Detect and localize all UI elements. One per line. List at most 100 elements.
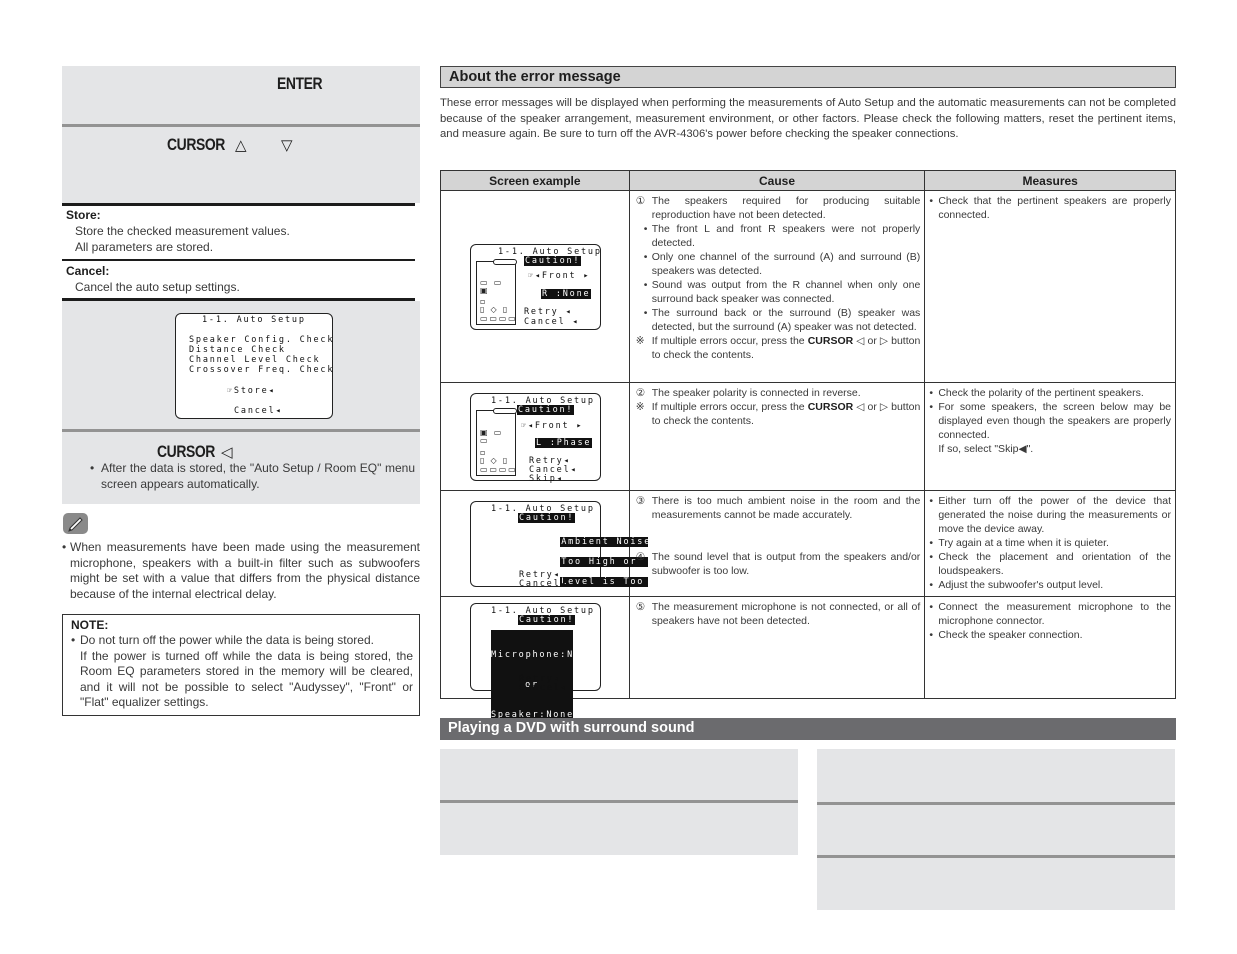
cursor-key-label: CURSOR [807,335,854,347]
dvd-step-panel [817,749,1175,802]
option-cancel-title: Cancel: [66,264,110,278]
cause-bullet: Only one channel of the surround (A) and… [651,251,921,277]
measure-bullet: Check the speaker connection. [938,629,1083,641]
cause-cell: ⑤ The measurement microphone is not conne… [628,596,926,699]
error-intro: These error messages will be displayed w… [440,97,1176,140]
cursor-left-note: • After the data is stored, the "Auto Set… [90,461,415,491]
osd-caution: Caution! [517,405,575,415]
measure-bullet: Check the placement and orientation of t… [938,551,1171,577]
cause-bullet: The front L and front R speakers were no… [651,223,921,249]
measures-cell: • Check that the pertinent speakers are p… [924,190,1176,383]
enter-key-label: ENTER [277,74,323,93]
cause-bullet: The surround back or the surround (B) sp… [651,307,921,333]
divider [62,259,415,261]
option-store-title: Store: [66,208,101,222]
dvd-step-panel [817,858,1175,910]
cause-cell: ② The speaker polarity is connected in re… [628,382,926,491]
osd-caution: Caution! [524,256,582,266]
osd-status: R :None [541,289,592,299]
osd-cancel-option: Cancel◂ [234,406,283,416]
measure-bullet: Check that the pertinent speakers are pr… [938,195,1171,221]
option-store-desc: Store the checked measurement values. Al… [75,223,290,255]
osd-error-screen: 1-1. Auto Setup Caution! ▣ ▭ ▭ ▫ ▯ ◇ ▯ ▭… [470,393,601,484]
osd-channel: ☞◂Front ▸ [528,271,591,281]
dvd-step-panel [440,803,798,855]
bullet: • [90,461,95,475]
cursor-up-icon: △ [235,137,247,154]
screen-example-cell: 1-1. Auto Setup Caution! Ambient Noise i… [440,490,670,597]
note-box: NOTE: • Do not turn off the power while … [62,614,420,716]
measure-bullet: For some speakers, the screen below may … [938,401,1171,441]
cause-cell: ③ There is too much ambient noise in the … [628,490,926,597]
header-cause: Cause [628,170,926,191]
osd-error-screen: 1-1. Auto Setup Caution! Ambient Noise i… [470,501,670,589]
cause-number: ② [635,387,646,399]
cause-number: ④ [635,551,646,563]
bullet: • [62,540,67,554]
measures-cell: • Connect the measurement microphone to t… [924,596,1176,699]
cause-number: ⑤ [635,601,646,613]
note-mark: ※ [635,401,645,413]
error-section-heading: About the error message [440,66,1176,88]
osd-caution: Caution! [518,513,576,523]
option-store-line: Store the checked measurement values. [75,224,290,238]
screen-example-cell: 1-1. Auto Setup Caution! ▣ ▭ ▭ ▫ ▯ ◇ ▯ ▭… [440,382,630,491]
note-title: NOTE: [71,618,109,632]
measure-bullet: Either turn off the power of the device … [938,495,1171,535]
cause-text: The speakers required for producing suit… [651,195,921,221]
osd-line: Crossover Freq. Check [189,365,335,375]
speaker-layout-icon: ▣ ▭ ▭ ▫ ▯ ◇ ▯ ▭▭▭▭ [476,408,517,476]
cursor-left-key-label: CURSOR [157,442,215,461]
measure-bullet: Check the polarity of the pertinent spea… [938,387,1144,399]
osd-cancel: Cancel◂ [519,579,568,589]
screen-example-cell: 1-1. Auto Setup Caution! ▭ ▭ ▣ ▫ ▯ ◇ ▯ ▭… [440,190,630,383]
divider [62,203,415,206]
osd-store-screen: 1-1. Auto Setup Speaker Config. Check Di… [175,313,333,419]
note-mark: ※ [635,335,645,347]
osd-skip: Skip◂ [529,474,564,484]
note-text: • Do not turn off the power while the da… [71,633,413,709]
option-store-line: All parameters are stored. [75,240,214,254]
dvd-step-panel [440,749,798,800]
osd-store-option: ☞Store◂ [227,386,276,396]
cursor-left-icon: ◁ [221,444,233,461]
cause-text: There is too much ambient noise in the r… [651,495,921,521]
bullet: • [71,633,76,647]
measure-bullet: Adjust the subwoofer's output level. [938,579,1104,591]
step-enter-panel [62,66,420,124]
cause-text: The measurement microphone is not connec… [651,601,921,627]
screen-example-cell: 1-1. Auto Setup Caution! Microphone:None… [440,596,630,740]
cursor-key-label: CURSOR [807,401,854,413]
measure-bullet: Try again at a time when it is quieter. [938,537,1109,549]
cause-text: The speaker polarity is connected in rev… [651,387,861,399]
osd-cancel: Cancel ◂ [524,317,580,327]
cause-number: ③ [635,495,646,507]
measures-cell: • Check the polarity of the pertinent spe… [924,382,1176,491]
table-row: 1-1. Auto Setup Caution! Ambient Noise i… [440,490,1176,597]
osd-channel: ☞◂Front ▸ [521,421,584,431]
dvd-step-panel [817,805,1175,855]
table-row: 1-1. Auto Setup Caution! ▣ ▭ ▭ ▫ ▯ ◇ ▯ ▭… [440,382,1176,491]
cause-cell: ① The speakers required for producing sui… [628,190,926,383]
osd-line: Speaker Config. Check [189,335,335,345]
cause-text: The sound level that is output from the … [651,551,921,577]
osd-message: Ambient Noise is Too High or Level is To… [560,537,672,587]
osd-line: Channel Level Check [189,355,321,365]
header-measures: Measures [924,170,1176,191]
speaker-layout-icon: ▭ ▭ ▣ ▫ ▯ ◇ ▯ ▭▭▭▭ [476,259,517,325]
cursor-down-icon: ▽ [281,137,293,154]
cursor-key-label: CURSOR [167,135,225,154]
dvd-section-heading: Playing a DVD with surround sound [440,718,1176,740]
header-screen-example: Screen example [440,170,630,191]
osd-line: Distance Check [189,345,286,355]
cause-number: ① [635,195,646,207]
cause-bullet: Sound was output from the R channel when… [651,279,921,305]
measures-cell: • Either turn off the power of the device… [924,490,1176,597]
option-cancel-desc: Cancel the auto setup settings. [75,280,240,294]
osd-caution: Caution! [518,615,576,625]
table-row: 1-1. Auto Setup Caution! ▭ ▭ ▣ ▫ ▯ ◇ ▯ ▭… [440,190,1176,383]
osd-title: 1-1. Auto Setup [202,315,306,325]
osd-cancel: Cancel◂ [519,683,568,693]
measure-bullet: Connect the measurement microphone to th… [938,601,1171,627]
osd-status: L :Phase [535,438,593,448]
